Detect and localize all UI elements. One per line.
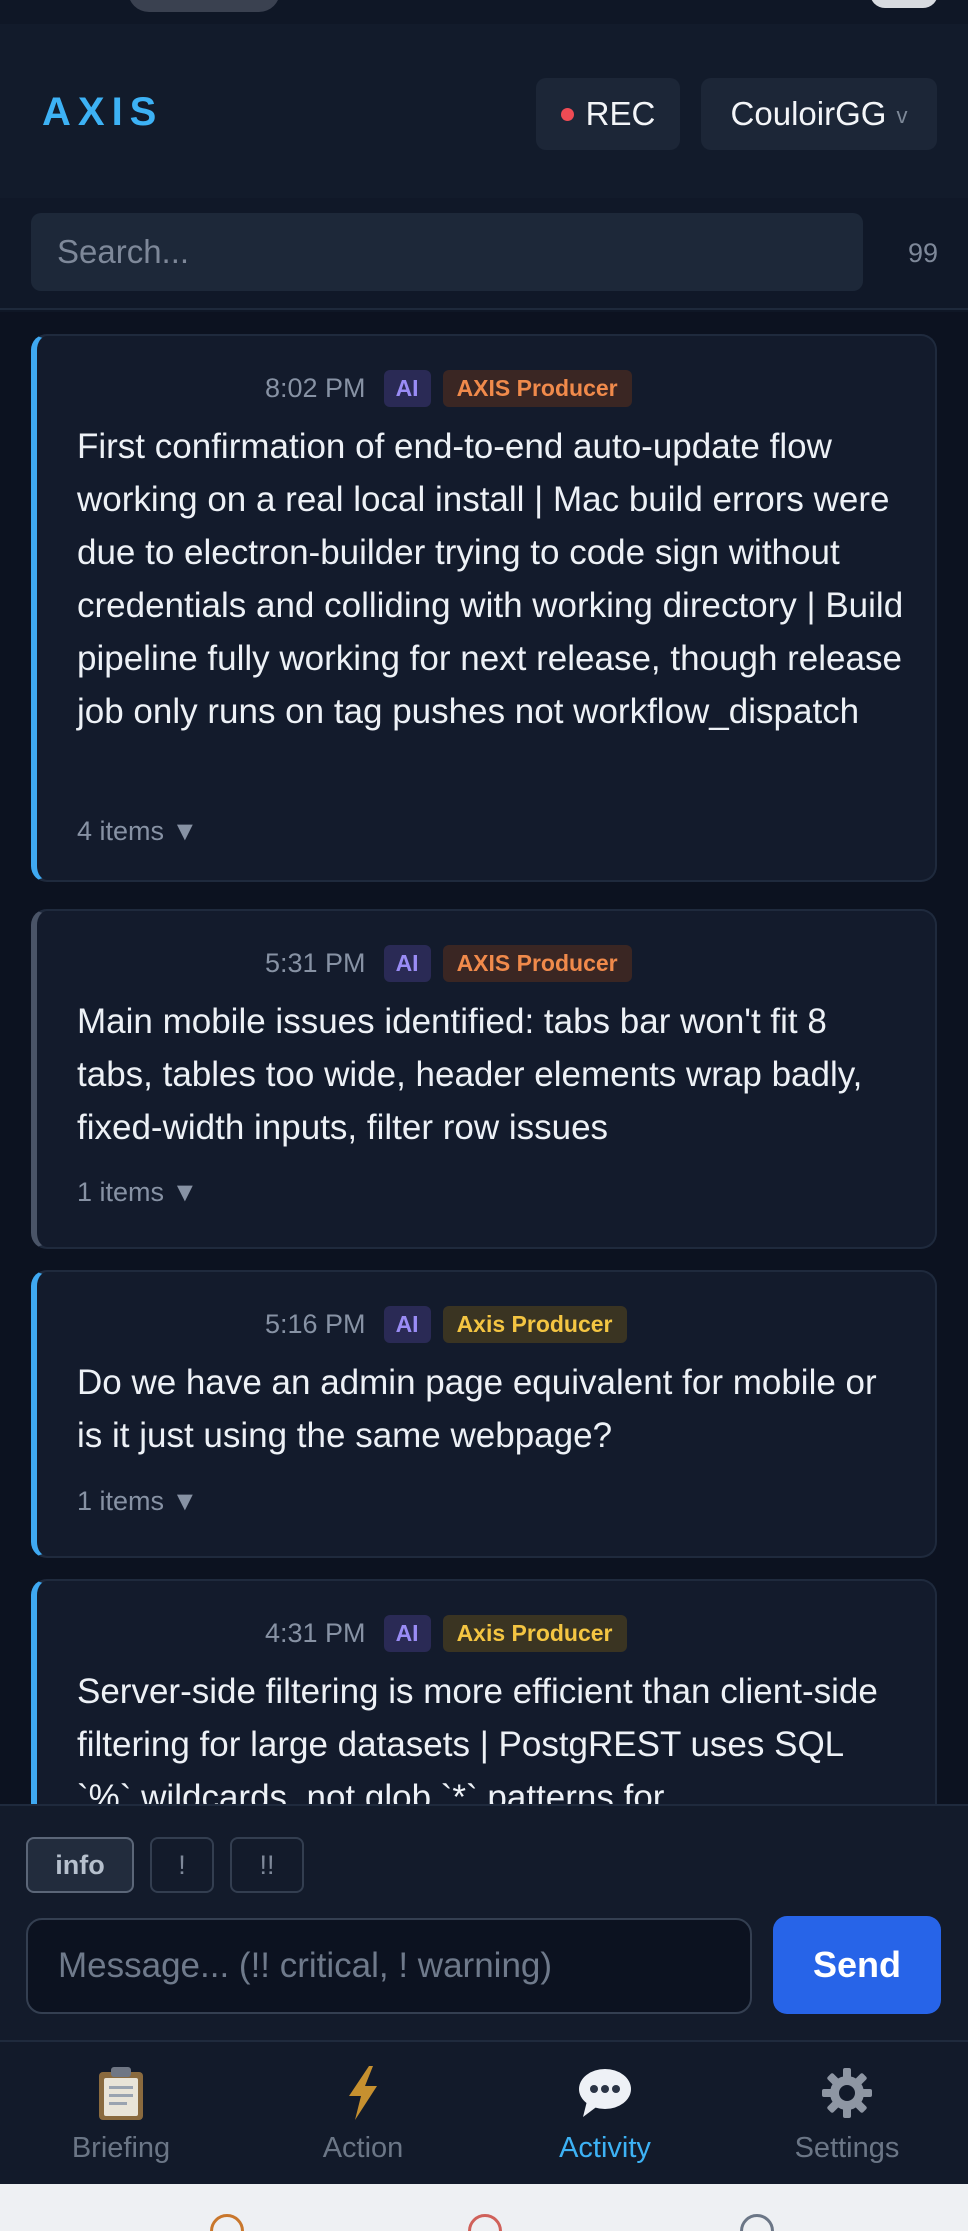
search-input[interactable]: [31, 213, 863, 291]
card-time: 8:02 PM: [265, 373, 366, 403]
source-badge: AXIS Producer: [442, 945, 632, 982]
battery-icon: [870, 0, 938, 8]
dock-app-icon[interactable]: [740, 2214, 774, 2231]
activity-card[interactable]: 5:16 PM AI Axis Producer Do we have an a…: [31, 1270, 937, 1558]
card-time: 5:31 PM: [265, 948, 366, 978]
system-dock: [0, 2184, 968, 2231]
message-composer: info ! !! Send: [0, 1804, 968, 2040]
source-badge: AXIS Producer: [442, 370, 632, 407]
activity-card[interactable]: 8:02 PM AI AXIS Producer First confirmat…: [31, 334, 937, 882]
source-badge: Axis Producer: [442, 1306, 627, 1343]
ai-badge: AI: [383, 370, 431, 407]
activity-card[interactable]: 5:31 PM AI AXIS Producer Main mobile iss…: [31, 909, 937, 1249]
card-text: Server-side filtering is more efficient …: [77, 1672, 878, 1804]
activity-card[interactable]: 4:31 PM AI Axis Producer Server-side fil…: [31, 1579, 937, 1804]
source-badge: Axis Producer: [442, 1615, 627, 1652]
ai-badge: AI: [383, 945, 431, 982]
activity-feed[interactable]: 8:02 PM AI AXIS Producer First confirmat…: [0, 312, 968, 1804]
severity-warning-button[interactable]: !: [150, 1837, 214, 1893]
lightning-icon: [343, 2064, 383, 2122]
nav-item-action[interactable]: Action: [242, 2042, 484, 2186]
card-meta: 8:02 PM AI AXIS Producer: [265, 370, 632, 407]
card-text: First confirmation of end-to-end auto-up…: [77, 427, 904, 731]
severity-critical-button[interactable]: !!: [230, 1837, 304, 1893]
clipboard-icon: [95, 2064, 147, 2122]
org-label: CouloirGG: [730, 95, 887, 132]
card-meta: 4:31 PM AI Axis Producer: [265, 1615, 627, 1652]
nav-label: Briefing: [71, 2132, 171, 2164]
status-bar: [0, 0, 968, 24]
items-toggle[interactable]: 1 items ▼: [77, 1486, 198, 1517]
severity-info-button[interactable]: info: [26, 1837, 134, 1893]
status-pill: [128, 0, 280, 12]
nav-item-briefing[interactable]: Briefing: [0, 2042, 242, 2186]
result-count: 99: [907, 238, 938, 268]
gear-icon: [820, 2064, 874, 2122]
card-meta: 5:16 PM AI Axis Producer: [265, 1306, 627, 1343]
ai-badge: AI: [383, 1615, 431, 1652]
nav-label: Activity: [559, 2132, 651, 2164]
nav-item-activity[interactable]: Activity: [484, 2042, 726, 2186]
items-toggle[interactable]: 1 items ▼: [77, 1177, 198, 1208]
card-time: 4:31 PM: [265, 1618, 366, 1648]
nav-item-settings[interactable]: Settings: [726, 2042, 968, 2186]
record-label: REC: [585, 95, 656, 132]
record-dot-icon: [560, 107, 574, 121]
app-header: AXIS REC CouloirGG v: [0, 24, 968, 198]
org-selector[interactable]: CouloirGG v: [701, 78, 937, 150]
items-toggle[interactable]: 4 items ▼: [77, 816, 198, 847]
nav-label: Settings: [794, 2132, 900, 2164]
ai-badge: AI: [383, 1306, 431, 1343]
message-input[interactable]: [26, 1918, 752, 2014]
chevron-down-icon: v: [896, 103, 908, 128]
dock-app-icon[interactable]: [210, 2214, 244, 2231]
card-time: 5:16 PM: [265, 1309, 366, 1339]
speech-bubble-icon: [577, 2064, 633, 2122]
search-row: 99: [0, 198, 968, 310]
card-meta: 5:31 PM AI AXIS Producer: [265, 945, 632, 982]
card-text: Main mobile issues identified: tabs bar …: [77, 1002, 863, 1147]
bottom-nav: Briefing Action Activity Settings: [0, 2040, 968, 2184]
card-text: Do we have an admin page equivalent for …: [77, 1363, 877, 1455]
record-button[interactable]: REC: [536, 78, 680, 150]
nav-label: Action: [322, 2132, 404, 2164]
dock-app-icon[interactable]: [468, 2214, 502, 2231]
send-button[interactable]: Send: [773, 1916, 941, 2014]
brand-logo: AXIS: [42, 90, 164, 134]
